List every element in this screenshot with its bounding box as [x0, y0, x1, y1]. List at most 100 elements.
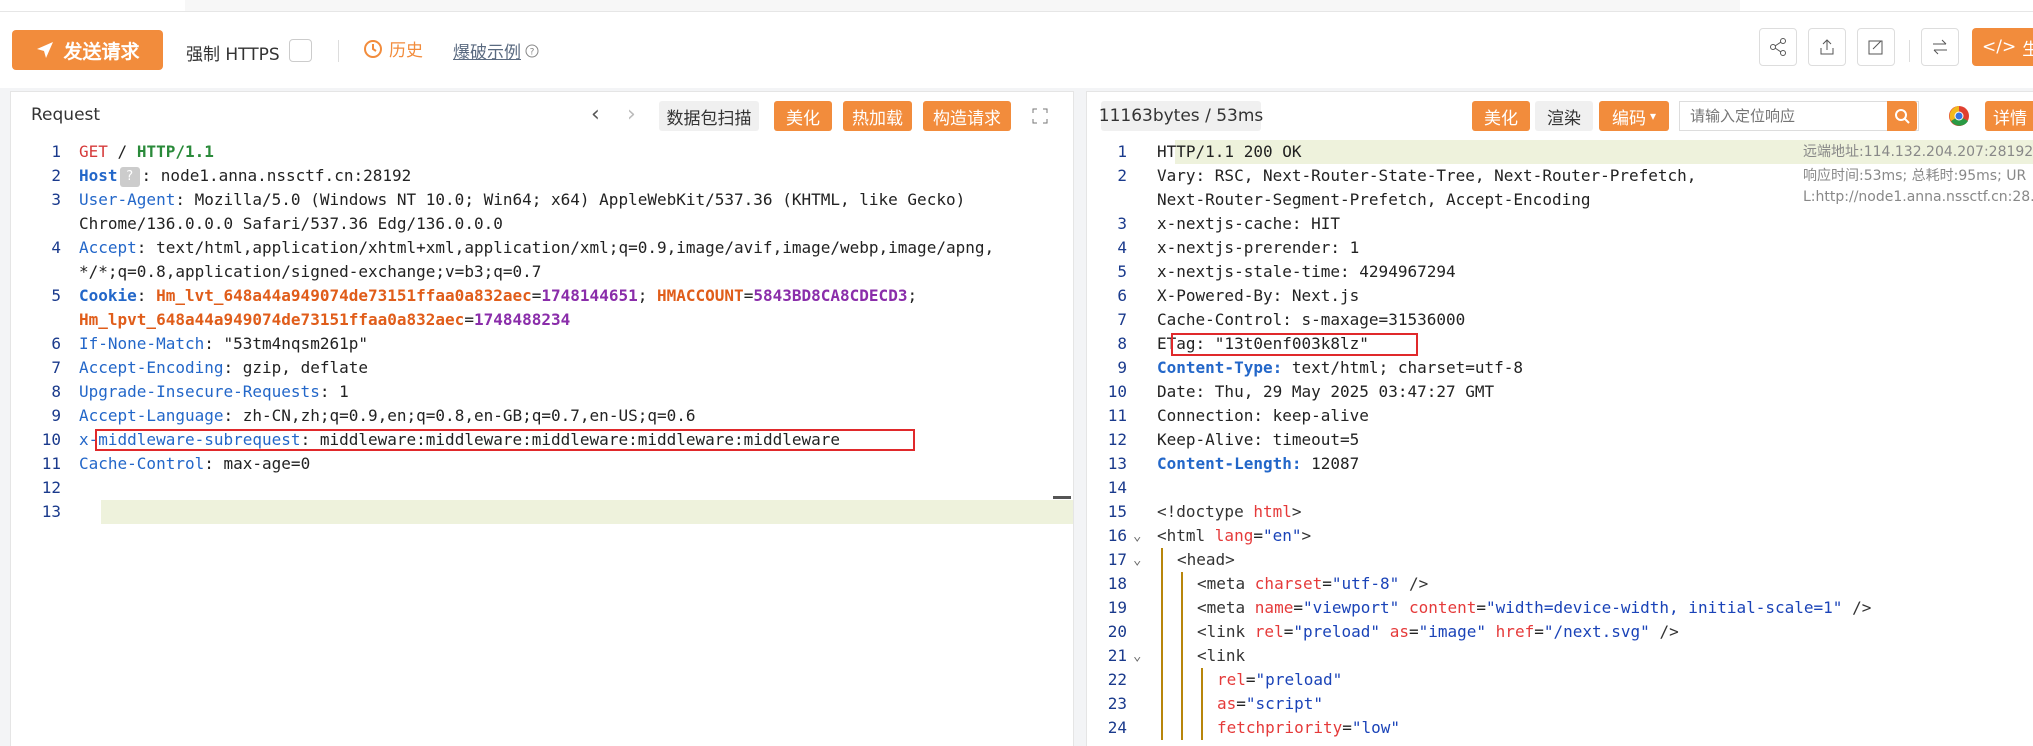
- code-line: 13: [11, 500, 1073, 524]
- generate-code-button[interactable]: </> 生: [1972, 28, 2033, 66]
- code-text: x-nextjs-stale-time: 4294967294: [1157, 260, 1456, 284]
- line-number: 19: [1107, 598, 1127, 617]
- code-line: 14: [1087, 476, 2033, 500]
- code-line: 4 Accept: text/html,application/xhtml+xml…: [11, 236, 1073, 260]
- share-button[interactable]: [1759, 28, 1797, 66]
- code-token: Hm_lvt_648a44a949074de73151ffaa0a832aec: [156, 286, 532, 305]
- code-token: =: [1408, 622, 1419, 641]
- expand-icon[interactable]: [1031, 107, 1049, 125]
- code-token: =: [1534, 622, 1544, 641]
- line-number: 6: [51, 334, 61, 353]
- code-token: fetchpriority: [1217, 718, 1343, 737]
- line-number: 10: [41, 430, 61, 449]
- request-beautify-button[interactable]: 美化: [774, 101, 832, 131]
- fold-toggle-icon[interactable]: ⌄: [1133, 644, 1141, 668]
- code-text: rel="preload": [1217, 668, 1342, 692]
- code-text: Accept: text/html,application/xhtml+xml,…: [79, 236, 994, 260]
- swap-button[interactable]: [1921, 28, 1959, 66]
- code-token: 1748144651: [541, 286, 638, 305]
- code-line: 16 ⌄ <html lang="en">: [1087, 524, 2033, 548]
- code-line: Hm_lpvt_648a44a949074de73151ffaa0a832aec…: [11, 308, 1073, 332]
- code-line: 11 Connection: keep-alive: [1087, 404, 2033, 428]
- line-number: 1: [51, 142, 61, 161]
- code-token: =: [1253, 526, 1263, 545]
- force-https-label: 强制 HTTPS: [186, 45, 280, 65]
- code-token: HTTP/1.1 200 OK: [1157, 142, 1302, 161]
- code-line: 1 GET / HTTP/1.1: [11, 140, 1073, 164]
- fold-toggle-icon[interactable]: ⌄: [1133, 548, 1141, 572]
- fold-toggle-icon[interactable]: ⌄: [1133, 524, 1141, 548]
- edit-button[interactable]: [1857, 28, 1895, 66]
- code-token: Cookie: [79, 286, 137, 305]
- code-token: =: [1236, 694, 1246, 713]
- line-number: 4: [1117, 238, 1127, 257]
- packet-scan-button[interactable]: 数据包扫描: [659, 101, 759, 131]
- code-line: 4 x-nextjs-prerender: 1: [1087, 236, 2033, 260]
- code-token: =: [1342, 718, 1352, 737]
- encode-dropdown[interactable]: 编码 ▾: [1599, 101, 1669, 131]
- build-request-button[interactable]: 构造请求: [923, 101, 1011, 131]
- brute-demo-link[interactable]: 爆破示例 ?: [453, 38, 539, 63]
- code-text: <link rel="preload" as="image" href="/ne…: [1197, 620, 1679, 644]
- code-token: : text/html,application/xhtml+xml,applic…: [136, 238, 995, 257]
- code-token: />: [1649, 622, 1679, 641]
- indent-guide: [1161, 620, 1163, 644]
- code-text: Accept-Encoding: gzip, deflate: [79, 356, 368, 380]
- code-line: 15 <!doctype html>: [1087, 500, 2033, 524]
- chrome-icon[interactable]: [1948, 105, 1970, 127]
- indent-guide: [1181, 644, 1183, 668]
- line-number: 15: [1107, 502, 1127, 521]
- code-token: ;: [907, 286, 918, 305]
- code-token: as: [1217, 694, 1237, 713]
- indent-guide: [1161, 716, 1163, 740]
- code-token: rel: [1254, 622, 1284, 641]
- next-arrow-icon[interactable]: ›: [627, 102, 636, 127]
- line-number: 17: [1107, 550, 1127, 569]
- history-button[interactable]: 历史: [363, 36, 423, 61]
- code-token: Next-Router-Segment-Prefetch, Accept-Enc…: [1157, 190, 1591, 209]
- line-number: 21: [1107, 646, 1127, 665]
- code-token: name: [1254, 598, 1294, 617]
- code-token: <meta: [1197, 598, 1255, 617]
- code-token: rel: [1217, 670, 1246, 689]
- line-number: 12: [41, 478, 61, 497]
- code-line: */*;q=0.8,application/signed-exchange;v=…: [11, 260, 1073, 284]
- code-token: */*;q=0.8,application/signed-exchange;v=…: [79, 262, 542, 281]
- request-title: Request: [31, 105, 101, 125]
- code-line: 23 as="script": [1087, 692, 2033, 716]
- code-token: :: [136, 286, 157, 305]
- search-button[interactable]: [1887, 101, 1917, 131]
- render-button[interactable]: 渲染: [1535, 101, 1593, 131]
- code-token: User-Agent: [79, 190, 176, 209]
- code-text: <!doctype html>: [1157, 500, 1302, 524]
- code-text: Vary: RSC, Next-Router-State-Tree, Next-…: [1157, 164, 1696, 188]
- tabstrip-segment: [185, 0, 1740, 11]
- locate-response-input[interactable]: [1679, 101, 1919, 131]
- code-line: 9 Content-Type: text/html; charset=utf-8: [1087, 356, 2033, 380]
- indent-guide: [1161, 596, 1163, 620]
- code-line: 3 x-nextjs-cache: HIT: [1087, 212, 2033, 236]
- code-token: 12087: [1301, 454, 1360, 473]
- code-line: 22 rel="preload": [1087, 668, 2033, 692]
- indent-guide: [1161, 548, 1163, 572]
- code-text: Connection: keep-alive: [1157, 404, 1369, 428]
- send-request-button[interactable]: 发送请求: [12, 30, 163, 70]
- export-button[interactable]: [1808, 28, 1846, 66]
- response-viewer[interactable]: 1 HTTP/1.1 200 OK 2 Vary: RSC, Next-Router-…: [1087, 140, 2033, 746]
- hot-load-button[interactable]: 热加载: [843, 101, 912, 131]
- code-token: "low": [1351, 718, 1401, 737]
- indent-guide: [1181, 620, 1183, 644]
- detail-button[interactable]: 详情: [1985, 101, 2033, 131]
- code-token: "width=device-width, initial-scale=1": [1486, 598, 1843, 617]
- code-token: Vary: RSC, Next-Router-State-Tree, Next-…: [1157, 166, 1697, 185]
- line-number: 2: [1117, 166, 1127, 185]
- prev-arrow-icon[interactable]: ‹: [591, 102, 600, 127]
- code-token: =: [531, 286, 542, 305]
- response-beautify-button[interactable]: 美化: [1472, 101, 1530, 131]
- code-icon: </>: [1982, 37, 2017, 57]
- line-number: 2: [51, 166, 61, 185]
- force-https-checkbox[interactable]: [289, 39, 312, 62]
- brute-demo-label: 爆破示例: [453, 43, 521, 63]
- chevron-down-icon: ▾: [1649, 109, 1657, 123]
- line-number: 20: [1107, 622, 1127, 641]
